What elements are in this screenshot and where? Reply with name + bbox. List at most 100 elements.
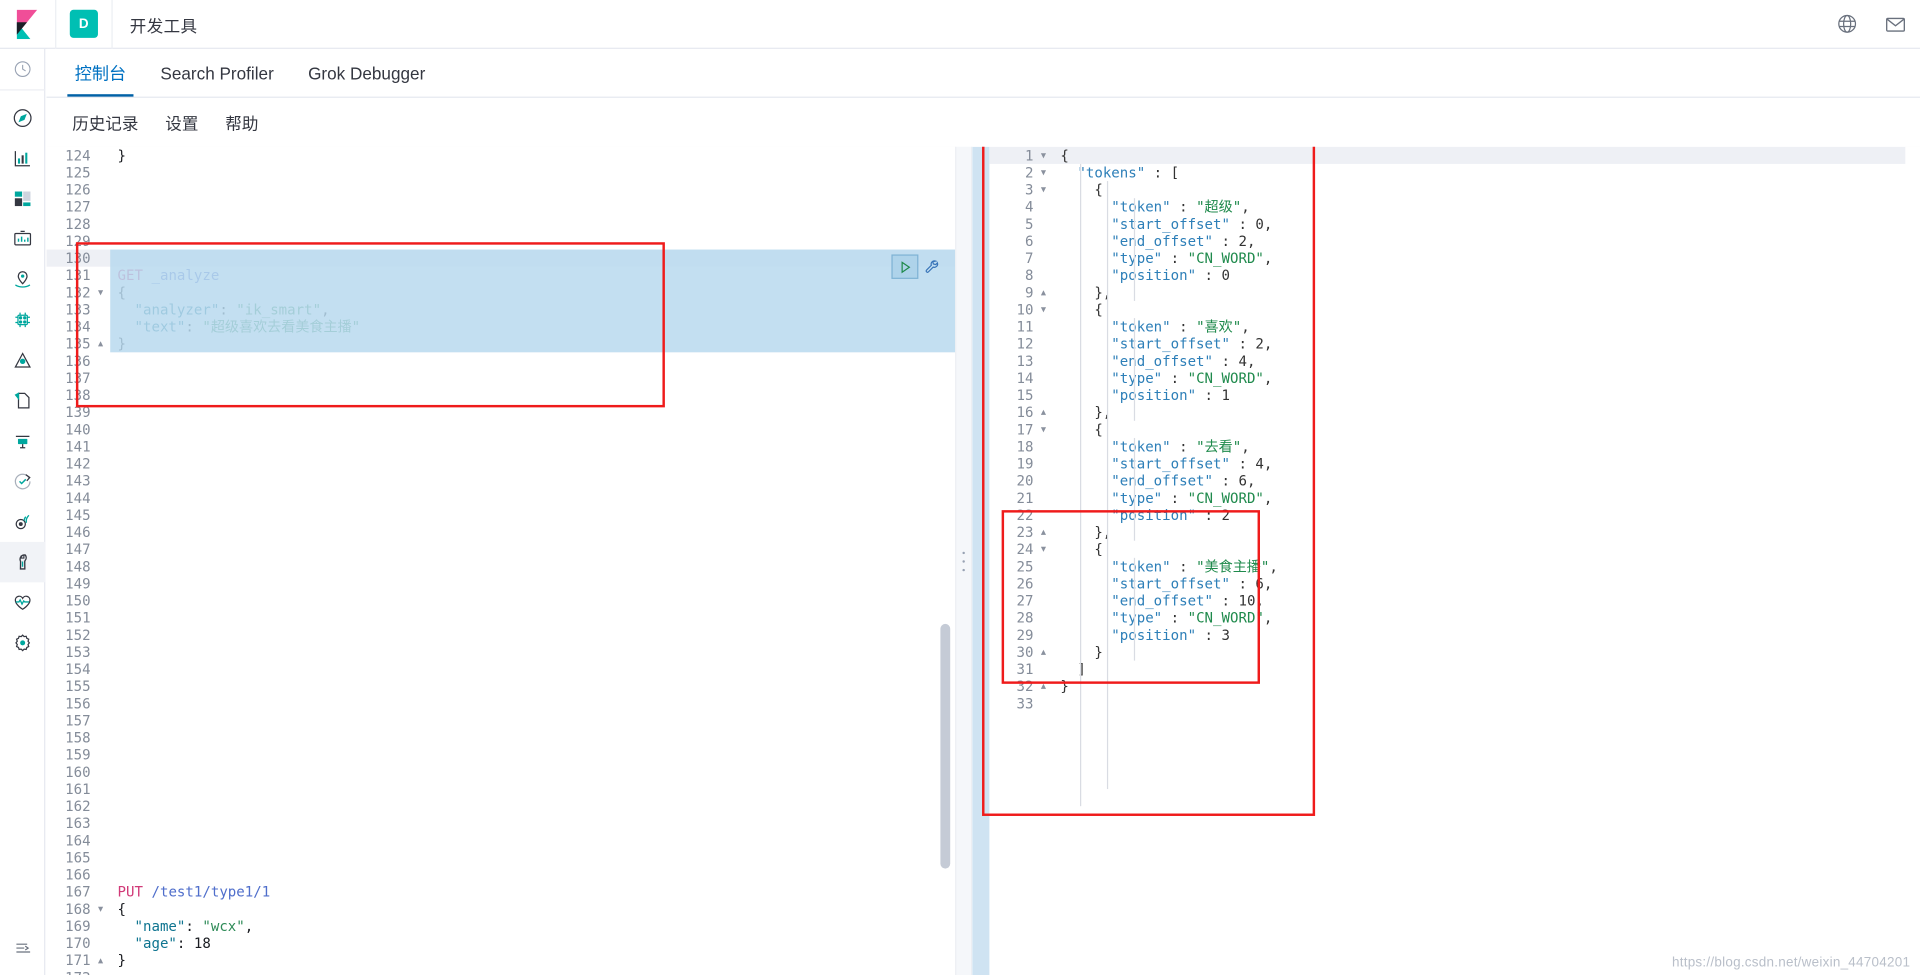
code-line[interactable]: 152 xyxy=(47,626,956,643)
sidebar-item-siem[interactable] xyxy=(0,502,45,542)
code-line[interactable]: 140 xyxy=(47,421,956,438)
code-line[interactable]: 146 xyxy=(47,524,956,541)
code-line[interactable]: 171 ▲} xyxy=(47,952,956,969)
code-line[interactable]: 12 "start_offset" : 2, xyxy=(989,335,1920,352)
code-line[interactable]: 24 ▼ { xyxy=(989,541,1920,558)
tab-search-profiler[interactable]: Search Profiler xyxy=(143,49,291,97)
tab-console[interactable]: 控制台 xyxy=(58,49,144,97)
subnav-settings[interactable]: 设置 xyxy=(152,110,212,134)
code-line[interactable]: 161 xyxy=(47,780,956,797)
tab-grok-debugger[interactable]: Grok Debugger xyxy=(291,49,442,97)
sidebar-item-monitoring[interactable] xyxy=(0,582,45,622)
sidebar-item-canvas[interactable] xyxy=(0,219,45,259)
code-line[interactable]: 7 "type" : "CN_WORD", xyxy=(989,250,1920,267)
code-line[interactable]: 142 xyxy=(47,455,956,472)
code-line[interactable]: 144 xyxy=(47,489,956,506)
help-globe-icon[interactable] xyxy=(1822,0,1871,48)
code-line[interactable]: 136 xyxy=(47,352,956,369)
code-line[interactable]: 157 xyxy=(47,712,956,729)
code-line[interactable]: 155 xyxy=(47,678,956,695)
code-line[interactable]: 149 xyxy=(47,575,956,592)
code-line[interactable]: 29 "position" : 3 xyxy=(989,626,1920,643)
code-line[interactable]: 27 "end_offset" : 10, xyxy=(989,592,1920,609)
code-line[interactable]: 166 xyxy=(47,866,956,883)
send-request-button[interactable] xyxy=(891,254,919,279)
sidebar-item-visualize[interactable] xyxy=(0,138,45,178)
code-line[interactable]: 31 ] xyxy=(989,661,1920,678)
code-line[interactable]: 6 "end_offset" : 2, xyxy=(989,232,1920,249)
subnav-help[interactable]: 帮助 xyxy=(212,110,272,134)
code-line[interactable]: 129 xyxy=(47,232,956,249)
code-line[interactable]: 5 "start_offset" : 0, xyxy=(989,215,1920,232)
fold-toggle-icon[interactable]: ▲ xyxy=(1041,678,1053,695)
code-line[interactable]: 145 xyxy=(47,506,956,523)
code-line[interactable]: 10 ▼ { xyxy=(989,301,1920,318)
code-line[interactable]: 22 "position" : 2 xyxy=(989,506,1920,523)
sidebar-item-apm[interactable] xyxy=(0,421,45,461)
code-line[interactable]: 8 "position" : 0 xyxy=(989,267,1920,284)
code-line[interactable]: 28 "type" : "CN_WORD", xyxy=(989,609,1920,626)
code-line[interactable]: 151 xyxy=(47,609,956,626)
code-line[interactable]: 33 xyxy=(989,695,1920,712)
code-line[interactable]: 2 ▼ "tokens" : [ xyxy=(989,164,1920,181)
code-line[interactable]: 143 xyxy=(47,472,956,489)
fold-toggle-icon[interactable]: ▼ xyxy=(1041,301,1053,318)
code-line[interactable]: 153 xyxy=(47,643,956,660)
code-line[interactable]: 148 xyxy=(47,558,956,575)
sidebar-item-machine-learning[interactable] xyxy=(0,300,45,340)
code-line[interactable]: 150 xyxy=(47,592,956,609)
code-line[interactable]: 156 xyxy=(47,695,956,712)
fold-toggle-icon[interactable]: ▼ xyxy=(1041,164,1053,181)
code-line[interactable]: 1 ▼ { xyxy=(989,146,1920,164)
code-line[interactable]: 19 "start_offset" : 4, xyxy=(989,455,1920,472)
fold-toggle-icon[interactable]: ▼ xyxy=(1041,421,1053,438)
code-line[interactable]: 9 ▲ }, xyxy=(989,284,1920,301)
request-menu-button[interactable] xyxy=(921,255,944,278)
code-line[interactable]: 139 xyxy=(47,404,956,421)
code-line[interactable]: 154 xyxy=(47,661,956,678)
response-code[interactable]: 1 ▼{2 ▼ "tokens" : [3 ▼ {4 "token" : "超级", 5… xyxy=(989,146,1920,975)
collapse-nav-button[interactable] xyxy=(0,931,45,965)
space-selector[interactable]: D xyxy=(56,0,113,49)
fold-toggle-icon[interactable]: ▲ xyxy=(98,335,110,352)
fold-toggle-icon[interactable]: ▲ xyxy=(1041,284,1053,301)
fold-toggle-icon[interactable]: ▲ xyxy=(1041,524,1053,541)
code-line[interactable]: 128 xyxy=(47,215,956,232)
code-line[interactable]: 160 xyxy=(47,763,956,780)
code-line[interactable]: 124} xyxy=(47,147,956,164)
code-line[interactable]: 32 ▲} xyxy=(989,678,1920,695)
code-line[interactable]: 170 "age": 18 xyxy=(47,935,956,952)
fold-toggle-icon[interactable]: ▲ xyxy=(1041,404,1053,421)
code-line[interactable]: 167 PUT /test1/type1/1 xyxy=(47,883,956,900)
code-line[interactable]: 162 xyxy=(47,798,956,815)
code-line[interactable]: 20 "end_offset" : 6, xyxy=(989,472,1920,489)
code-line[interactable]: 3 ▼ { xyxy=(989,181,1920,198)
code-line[interactable]: 16 ▲ }, xyxy=(989,404,1920,421)
mail-icon[interactable] xyxy=(1871,0,1920,48)
sidebar-item-management[interactable] xyxy=(0,623,45,663)
code-line[interactable]: 21 "type" : "CN_WORD", xyxy=(989,489,1920,506)
code-line[interactable]: 126 xyxy=(47,181,956,198)
fold-toggle-icon[interactable]: ▼ xyxy=(98,900,110,917)
fold-toggle-icon[interactable]: ▼ xyxy=(1041,181,1053,198)
code-line[interactable]: 165 xyxy=(47,849,956,866)
fold-toggle-icon[interactable]: ▲ xyxy=(98,952,110,969)
code-line[interactable]: 127 xyxy=(47,198,956,215)
sidebar-item-recently-viewed[interactable] xyxy=(0,49,46,91)
code-line[interactable]: 23 ▲ }, xyxy=(989,524,1920,541)
code-line[interactable]: 172 xyxy=(47,969,956,975)
code-line[interactable]: 4 "token" : "超级", xyxy=(989,198,1920,215)
sidebar-item-maps[interactable] xyxy=(0,259,45,299)
request-editor-scrollbar[interactable] xyxy=(940,623,951,869)
sidebar-item-infrastructure[interactable] xyxy=(0,340,45,380)
code-line[interactable]: 26 "start_offset" : 6, xyxy=(989,575,1920,592)
fold-toggle-icon[interactable]: ▼ xyxy=(1041,147,1053,164)
code-line[interactable]: 13 "end_offset" : 4, xyxy=(989,352,1920,369)
code-line[interactable]: 14 "type" : "CN_WORD", xyxy=(989,369,1920,386)
code-line[interactable]: 15 "position" : 1 xyxy=(989,387,1920,404)
sidebar-item-dev-tools[interactable] xyxy=(0,541,46,583)
code-line[interactable]: 18 "token" : "去看", xyxy=(989,438,1920,455)
response-pane[interactable]: 1 ▼{2 ▼ "tokens" : [3 ▼ {4 "token" : "超级", 5… xyxy=(972,146,1920,975)
subnav-history[interactable]: 历史记录 xyxy=(59,110,152,134)
code-line[interactable]: 141 xyxy=(47,438,956,455)
